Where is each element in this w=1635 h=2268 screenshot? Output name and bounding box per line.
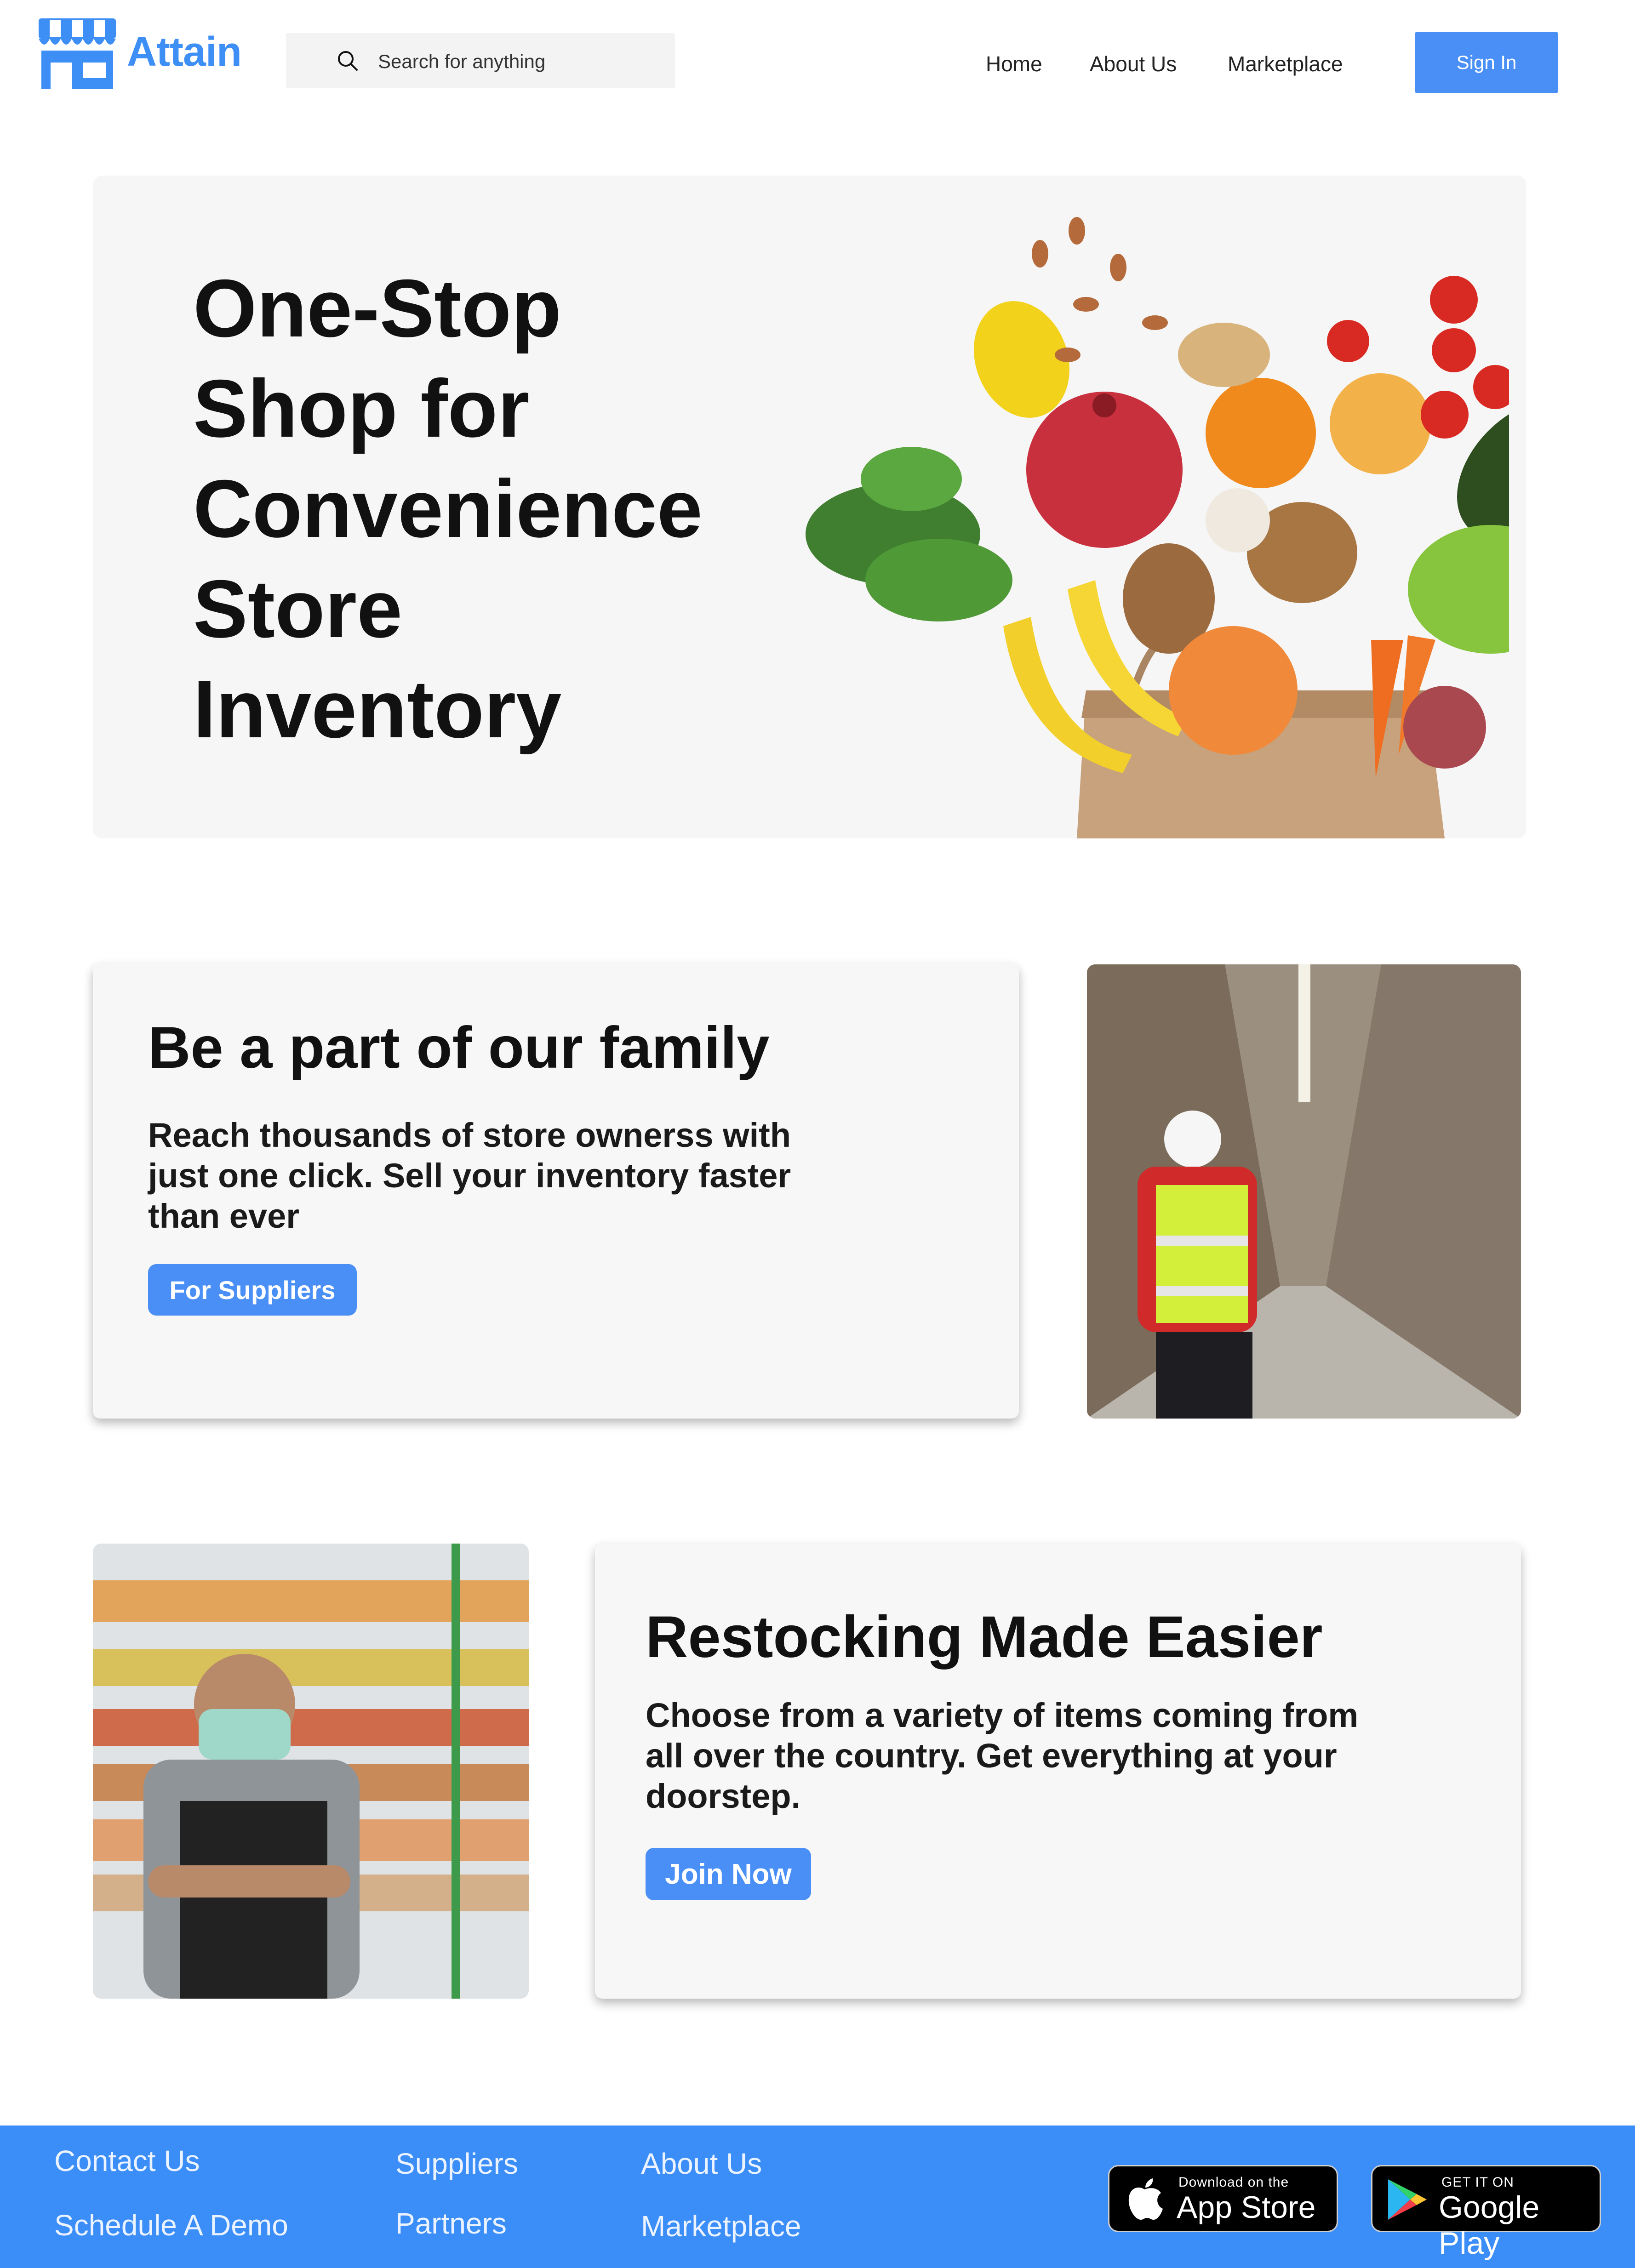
footer-link-suppliers[interactable]: Suppliers: [395, 2147, 518, 2181]
for-suppliers-button[interactable]: For Suppliers: [148, 1264, 357, 1316]
body-line: than ever: [148, 1197, 300, 1235]
footer: Contact Us Schedule A Demo Suppliers Par…: [0, 2126, 1635, 2268]
grocery-bag-image: [806, 217, 1509, 838]
restocking-card: Restocking Made Easier Choose from a var…: [595, 1544, 1521, 1999]
footer-link-marketplace[interactable]: Marketplace: [641, 2209, 801, 2243]
body-line: Choose from a variety of items coming fr…: [646, 1696, 1359, 1734]
hero-banner: One-Stop Shop for Convenience Store Inve…: [93, 176, 1526, 838]
body-line: doorstep.: [646, 1777, 801, 1815]
hero-title-line: One-Stop: [193, 262, 561, 354]
body-line: just one click. Sell your inventory fast…: [148, 1157, 791, 1195]
hero-title-line: Inventory: [193, 663, 562, 755]
google-play-badge[interactable]: GET IT ON Google Play: [1371, 2165, 1601, 2261]
hero-title-line: Shop for: [193, 363, 530, 454]
restocking-card-body: Choose from a variety of items coming fr…: [646, 1695, 1358, 1817]
storefront-logo-icon[interactable]: [39, 18, 116, 89]
app-store-small-text: Download on the: [1178, 2175, 1289, 2190]
search-placeholder: Search for anything: [378, 51, 546, 72]
brand-name[interactable]: Attain: [127, 28, 242, 76]
body-line: all over the country. Get everything at …: [646, 1737, 1337, 1775]
hero-title-line: Store: [193, 563, 402, 655]
search-bar[interactable]: Search for anything: [286, 33, 675, 88]
body-line: Reach thousands of store ownerss with: [148, 1116, 791, 1154]
warehouse-worker-image: [1087, 964, 1521, 1419]
suppliers-card-body: Reach thousands of store ownerss with ju…: [148, 1115, 791, 1237]
footer-link-partners[interactable]: Partners: [395, 2206, 507, 2240]
suppliers-card: Be a part of our family Reach thousands …: [93, 963, 1019, 1419]
footer-link-about-us[interactable]: About Us: [641, 2147, 762, 2181]
nav-about-us[interactable]: About Us: [1090, 51, 1177, 76]
join-now-button[interactable]: Join Now: [646, 1848, 811, 1900]
app-store-badge[interactable]: Download on the App Store: [1108, 2165, 1338, 2232]
hero-title-line: Convenience: [193, 463, 703, 554]
google-play-small-text: GET IT ON: [1441, 2175, 1514, 2190]
google-play-big-text: Google Play: [1439, 2190, 1540, 2261]
footer-link-contact-us[interactable]: Contact Us: [54, 2144, 200, 2178]
nav-marketplace[interactable]: Marketplace: [1228, 51, 1343, 76]
nav-home[interactable]: Home: [986, 51, 1042, 76]
search-icon: [338, 51, 358, 71]
apple-icon: [1128, 2178, 1163, 2220]
footer-link-schedule-demo[interactable]: Schedule A Demo: [54, 2208, 288, 2242]
sign-in-button[interactable]: Sign In: [1415, 32, 1558, 93]
suppliers-card-title: Be a part of our family: [148, 1015, 770, 1081]
restocking-card-title: Restocking Made Easier: [646, 1604, 1323, 1670]
google-play-icon: [1388, 2179, 1427, 2220]
app-store-big-text: App Store: [1177, 2190, 1316, 2225]
store-clerk-image: [93, 1544, 529, 1999]
hero-title: One-Stop Shop for Convenience Store Inve…: [193, 258, 703, 759]
